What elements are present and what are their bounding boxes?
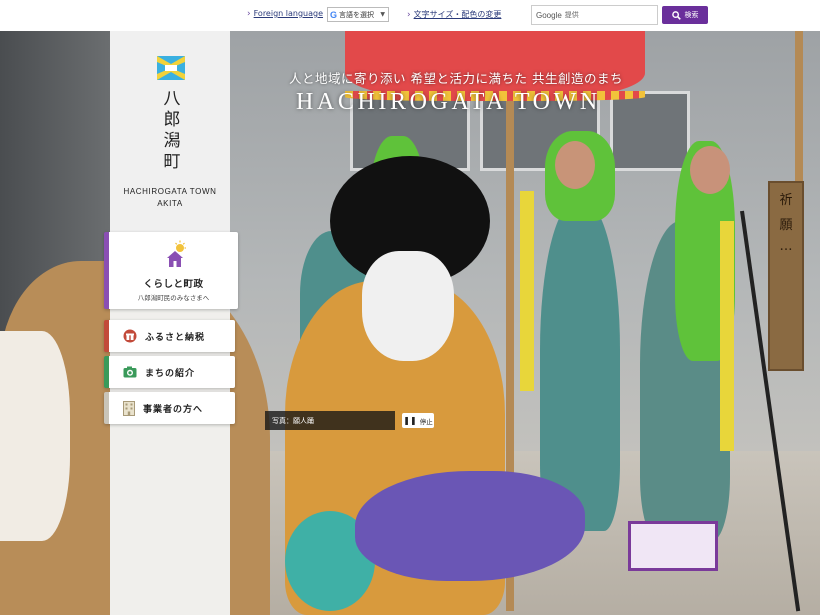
photo-face <box>555 141 595 189</box>
hero-title: HACHIROGATA TOWN <box>296 89 601 115</box>
search-icon <box>671 10 681 20</box>
building-icon <box>123 400 135 416</box>
camera-icon <box>123 366 137 378</box>
chevron-right-icon: › <box>247 9 251 19</box>
nav-living-and-government[interactable]: くらしと町政 八郎潟町民のみなさまへ <box>104 232 238 309</box>
nav-town-introduction-label: まちの紹介 <box>145 368 196 379</box>
photo-credit: 写真：願人踊 <box>265 411 395 430</box>
town-emblem-icon[interactable] <box>156 55 186 81</box>
gift-icon <box>123 329 137 343</box>
google-brand-label: Google <box>536 10 562 20</box>
pause-icon: ❚❚ <box>403 416 417 425</box>
search-button-label: 検索 <box>684 11 699 19</box>
photo-sign: 祈 願 … <box>768 181 804 371</box>
nav-hometown-tax[interactable]: ふるさと納税 <box>104 320 235 352</box>
slideshow-pause-button[interactable]: ❚❚ 停止 <box>402 413 434 428</box>
nav-for-businesses[interactable]: 事業者の方へ <box>104 392 235 424</box>
site-title-vertical[interactable]: 八 郎 潟 町 <box>160 89 184 173</box>
nav-for-businesses-label: 事業者の方へ <box>143 404 204 415</box>
nav-main-title: くらしと町政 <box>143 279 204 290</box>
photo-pole <box>795 31 803 181</box>
google-g-icon: G <box>330 9 338 20</box>
search-input[interactable]: Google 提供 <box>531 5 658 25</box>
nav-main-subtitle: 八郎潟町民のみなさまへ <box>137 294 210 302</box>
nav-hometown-tax-label: ふるさと納税 <box>145 332 206 343</box>
nav-town-introduction[interactable]: まちの紹介 <box>104 356 235 388</box>
photo-apron <box>628 521 718 571</box>
foreign-language-link[interactable]: › Foreign language <box>247 9 323 19</box>
chevron-down-icon: ▼ <box>380 11 385 18</box>
site-title-english: HACHIROGATA TOWN AKITA <box>123 187 217 208</box>
photo-face <box>690 146 730 194</box>
search-button[interactable]: 検索 <box>662 6 708 24</box>
photo-sash <box>520 191 534 391</box>
pause-label: 停止 <box>419 417 433 426</box>
language-select-label: 言語を選択 <box>339 10 375 19</box>
chevron-right-icon: › <box>407 10 411 20</box>
search-placeholder: 提供 <box>564 11 579 19</box>
accessibility-link[interactable]: › 文字サイズ・配色の変更 <box>407 9 501 20</box>
photo-dancer-face <box>362 251 454 361</box>
language-select[interactable]: G 言語を選択 ▼ <box>327 7 389 22</box>
photo-sash <box>720 221 734 451</box>
photo-window <box>610 91 690 171</box>
photo-prop-purple <box>355 471 585 581</box>
header-bar: › Foreign language G 言語を選択 ▼ › 文字サイズ・配色の変更… <box>0 0 820 31</box>
photo-foreground-cloth <box>0 331 70 541</box>
hero-catchphrase: 人と地域に寄り添い 希望と活力に満ちた 共生創造のまち <box>289 71 623 86</box>
house-sun-icon <box>167 240 186 267</box>
